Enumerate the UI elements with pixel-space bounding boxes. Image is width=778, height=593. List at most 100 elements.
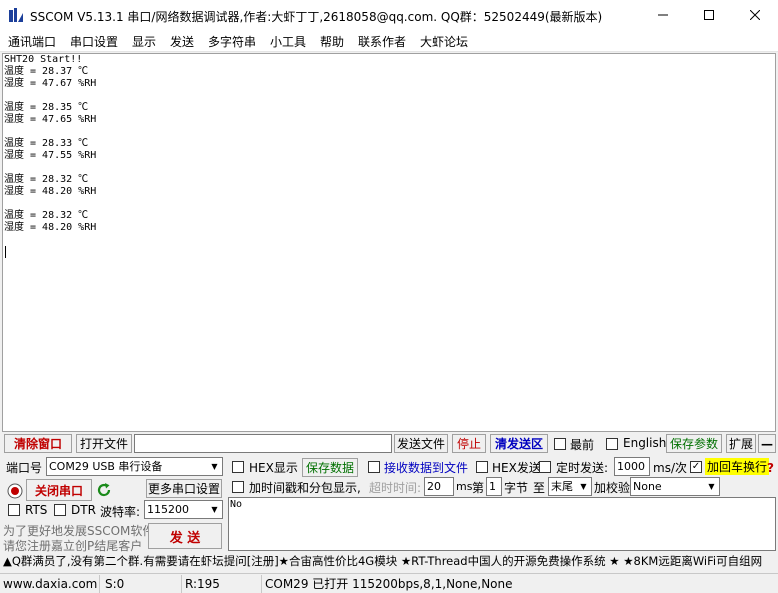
baud-label: 波特率: — [100, 505, 141, 519]
collapse-button[interactable]: — — [758, 434, 776, 453]
receive-line: 温度 = 28.32 ℃ — [4, 210, 89, 221]
receive-line: 湿度 = 48.20 %RH — [4, 222, 97, 233]
timeout-label: 超时时间: — [369, 481, 422, 495]
end-byte-select[interactable]: 末尾 ▼ — [548, 477, 592, 496]
english-checkbox[interactable] — [606, 438, 618, 450]
menu-tools[interactable]: 小工具 — [270, 33, 306, 50]
baud-select[interactable]: 115200 ▼ — [144, 500, 223, 519]
menu-contact-author[interactable]: 联系作者 — [358, 33, 406, 50]
close-icon — [750, 10, 760, 20]
file-path-input[interactable] — [134, 434, 392, 453]
english-label: English — [623, 436, 667, 450]
send-button[interactable]: 发 送 — [148, 523, 222, 549]
checksum-label: 加校验 — [594, 481, 631, 495]
record-icon — [7, 483, 23, 499]
timeout-input[interactable]: 20 — [424, 477, 454, 496]
recv-to-file-checkbox[interactable] — [368, 461, 380, 473]
hex-send-label: HEX发送 — [492, 461, 541, 475]
menu-comm-port[interactable]: 通讯端口 — [8, 33, 56, 50]
rts-checkbox[interactable] — [8, 504, 20, 516]
menu-help[interactable]: 帮助 — [320, 33, 344, 50]
timed-send-label: 定时发送: — [556, 461, 609, 475]
topmost-checkbox[interactable] — [554, 438, 566, 450]
receive-line: 湿度 = 47.65 %RH — [4, 114, 97, 125]
receive-line — [3, 126, 775, 138]
window-title: SSCOM V5.13.1 串口/网络数据调试器,作者:大虾丁丁,2618058… — [30, 10, 603, 24]
timeout-unit-label: ms — [456, 480, 473, 493]
to-label: 至 — [533, 481, 546, 495]
add-crlf-label: 加回车换行 — [705, 458, 770, 475]
connection-status: COM29 已打开 115200bps,8,1,None,None — [265, 577, 513, 591]
chevron-down-icon: ▼ — [211, 462, 218, 471]
dtr-checkbox[interactable] — [54, 504, 66, 516]
save-data-button[interactable]: 保存数据 — [302, 458, 358, 477]
menu-display[interactable]: 显示 — [132, 33, 156, 50]
hex-display-checkbox[interactable] — [232, 461, 244, 473]
chevron-down-icon: ▼ — [211, 505, 218, 514]
expand-button[interactable]: 扩展 — [726, 434, 756, 453]
menu-bar: 通讯端口 串口设置 显示 发送 多字符串 小工具 帮助 联系作者 大虾论坛 — [0, 30, 778, 52]
open-file-button[interactable]: 打开文件 — [76, 434, 132, 453]
receive-line: 温度 = 28.35 ℃ — [4, 102, 89, 113]
port-label: 端口号 — [6, 461, 43, 475]
port-select[interactable]: COM29 USB 串行设备 ▼ — [46, 457, 223, 476]
announcement-marquee[interactable]: ▲Q群满员了,没有第二个群.有需要请在虾坛提问[注册]★合宙高性价比4G模块 ★… — [0, 552, 778, 571]
byte-label: 字节 — [504, 481, 529, 495]
close-port-button[interactable]: 关闭串口 — [26, 479, 92, 501]
start-byte-input[interactable]: 1 — [486, 477, 502, 496]
send-input[interactable]: No — [228, 497, 776, 551]
receive-line: 湿度 = 48.20 %RH — [4, 186, 97, 197]
byte-prefix-label: 第 — [472, 481, 485, 495]
timed-send-checkbox[interactable] — [539, 461, 551, 473]
chevron-down-icon: ▼ — [580, 482, 587, 491]
title-bar: SSCOM V5.13.1 串口/网络数据调试器,作者:大虾丁丁,2618058… — [0, 0, 778, 30]
minimize-button[interactable] — [640, 0, 686, 30]
help-icon[interactable]: ? — [767, 461, 774, 475]
receive-line: 湿度 = 47.55 %RH — [4, 150, 97, 161]
sent-count: S:0 — [102, 575, 182, 593]
menu-serial-settings[interactable]: 串口设置 — [70, 33, 118, 50]
baud-select-value: 115200 — [147, 503, 189, 516]
text-caret — [5, 246, 6, 258]
interval-unit-label: ms/次 — [653, 461, 687, 475]
send-file-button[interactable]: 发送文件 — [394, 434, 448, 453]
received-count: R:195 — [182, 575, 262, 593]
receive-line — [3, 90, 775, 102]
port-select-value: COM29 USB 串行设备 — [49, 460, 163, 473]
clear-window-button[interactable]: 清除窗口 — [4, 434, 72, 453]
website-link[interactable]: www.daxia.com — [0, 575, 100, 593]
timestamp-label: 加时间戳和分包显示, — [249, 481, 361, 495]
stop-button[interactable]: 停止 — [452, 434, 486, 453]
rts-label: RTS — [25, 503, 48, 517]
receive-line: 温度 = 28.33 ℃ — [4, 138, 89, 149]
save-params-button[interactable]: 保存参数 — [666, 434, 722, 453]
add-crlf-checkbox[interactable]: ✓ — [690, 461, 702, 473]
app-logo-icon — [9, 8, 23, 22]
timestamp-checkbox[interactable] — [232, 481, 244, 493]
recv-to-file-button[interactable]: 接收数据到文件 — [384, 458, 468, 477]
status-bar: www.daxia.com S:0 R:195 COM29 已打开 115200… — [0, 573, 778, 593]
minimize-icon — [658, 14, 668, 16]
menu-send[interactable]: 发送 — [170, 33, 194, 50]
chevron-down-icon: ▼ — [708, 482, 715, 491]
maximize-icon — [704, 10, 714, 20]
refresh-icon[interactable] — [96, 482, 112, 498]
hex-send-checkbox[interactable] — [476, 461, 488, 473]
receive-window[interactable]: SHT20 Start!! 温度 = 28.37 ℃ 湿度 = 47.67 %R… — [2, 53, 776, 432]
topmost-label: 最前 — [570, 438, 595, 452]
dtr-label: DTR — [71, 503, 96, 517]
hex-display-label: HEX显示 — [249, 461, 298, 475]
menu-forum[interactable]: 大虾论坛 — [420, 33, 468, 50]
maximize-button[interactable] — [686, 0, 732, 30]
clear-send-area-button[interactable]: 清发送区 — [490, 434, 548, 453]
checksum-select[interactable]: None ▼ — [630, 477, 720, 496]
interval-input[interactable]: 1000 — [614, 457, 650, 476]
menu-multi-string[interactable]: 多字符串 — [208, 33, 256, 50]
receive-line: 温度 = 28.32 ℃ — [4, 174, 89, 185]
more-port-settings-button[interactable]: 更多串口设置 — [146, 479, 222, 498]
receive-line — [3, 198, 775, 210]
receive-line — [3, 162, 775, 174]
receive-line: 湿度 = 47.67 %RH — [4, 78, 97, 89]
receive-line: SHT20 Start!! — [4, 54, 83, 65]
close-button[interactable] — [732, 0, 778, 30]
